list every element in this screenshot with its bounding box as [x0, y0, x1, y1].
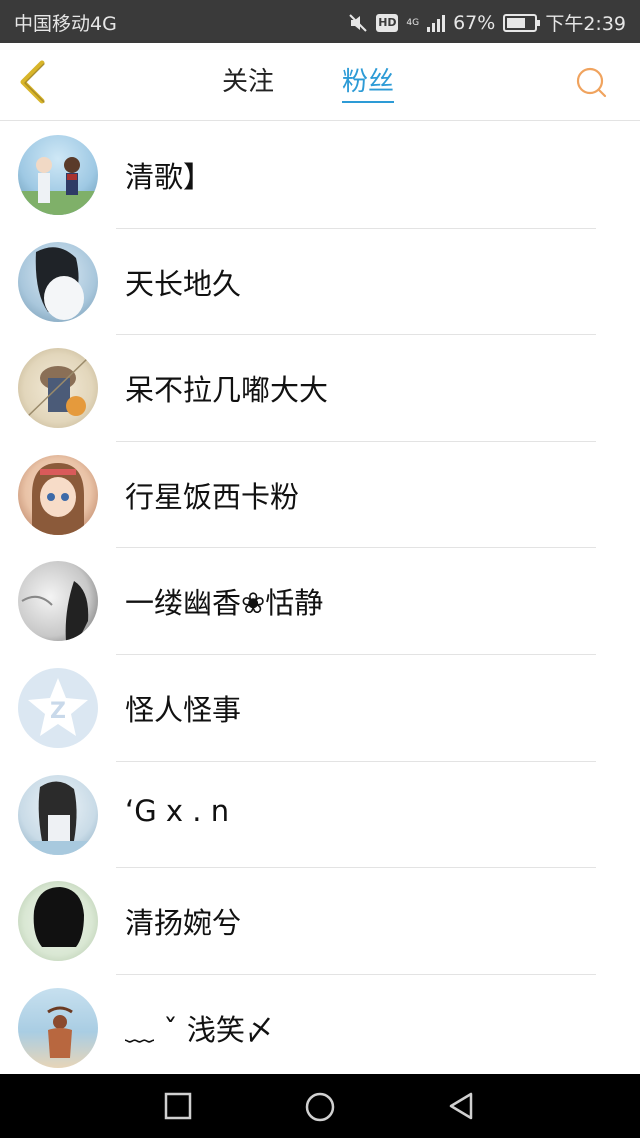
fan-name: 呆不拉几嘟大大 [125, 373, 329, 408]
fan-name: 天长地久 [125, 266, 242, 301]
list-item[interactable]: 呆不拉几嘟大大 [0, 335, 640, 442]
avatar[interactable] [18, 454, 98, 535]
list-item[interactable]: 天长地久 [0, 229, 640, 336]
tab-follow-label: 关注 [222, 67, 275, 97]
back-button[interactable] [14, 59, 54, 105]
carrier-label: 中国移动4G [14, 13, 117, 35]
fans-list: 清歌】 天长地久 呆不拉几嘟大大 行星饭西卡粉 一缕幽香❀恬静 Z 怪人怪事 ‘… [0, 122, 640, 1074]
fan-name: 行星饭西卡粉 [125, 479, 300, 514]
fan-name: 怪人怪事 [125, 692, 242, 727]
list-item[interactable]: ‘G x . n [0, 762, 640, 869]
list-item[interactable]: Z 怪人怪事 [0, 655, 640, 762]
avatar[interactable] [18, 135, 98, 215]
square-icon[interactable] [163, 1091, 193, 1121]
list-item[interactable]: 清扬婉兮 [0, 868, 640, 975]
tab-follow[interactable]: 关注 [222, 65, 274, 105]
avatar[interactable] [18, 881, 98, 962]
search-icon [576, 67, 607, 98]
fan-name: ‘G x . n [125, 793, 230, 828]
avatar[interactable] [18, 774, 98, 855]
avatar[interactable]: Z [18, 667, 98, 748]
circle-icon[interactable] [304, 1091, 336, 1123]
active-tab-indicator [342, 101, 395, 103]
status-bar: 中国移动4G HD 4G 67% 下午2:39 [0, 0, 640, 43]
fan-name: 一缕幽香❀恬静 [125, 586, 324, 621]
chevron-left-icon [20, 60, 45, 104]
status-icons: HD 4G 67% 下午2:39 [348, 9, 626, 36]
hd-icon: HD [376, 13, 399, 32]
network-type-icon: 4G [406, 17, 420, 28]
avatar[interactable] [18, 561, 98, 642]
tab-fans[interactable]: 粉丝 [342, 65, 395, 105]
svg-text:Z: Z [50, 699, 66, 724]
fan-name: 清扬婉兮 [125, 906, 242, 941]
battery-percent: 67% [453, 11, 496, 34]
search-button[interactable] [574, 65, 608, 99]
clock: 下午2:39 [545, 13, 626, 35]
fan-name: ﹏ ˇ 浅笑〆 [125, 1012, 274, 1047]
fan-name: 清歌】 [125, 160, 213, 194]
list-item[interactable]: 清歌】 [0, 122, 640, 229]
battery-icon [503, 13, 541, 32]
avatar[interactable] [18, 987, 98, 1068]
list-item[interactable]: ﹏ ˇ 浅笑〆 [0, 975, 640, 1074]
default-avatar-icon: Z [28, 677, 88, 736]
battery-fill [507, 17, 525, 28]
avatar[interactable] [18, 241, 98, 322]
avatar[interactable] [18, 348, 98, 429]
tab-fans-label: 粉丝 [342, 67, 395, 97]
list-item[interactable]: 行星饭西卡粉 [0, 442, 640, 549]
signal-icon [427, 14, 446, 32]
mute-icon [348, 13, 368, 33]
header: 关注 粉丝 [0, 43, 640, 121]
system-nav-bar [0, 1074, 640, 1138]
list-item[interactable]: 一缕幽香❀恬静 [0, 548, 640, 655]
triangle-back-icon[interactable] [447, 1091, 477, 1121]
